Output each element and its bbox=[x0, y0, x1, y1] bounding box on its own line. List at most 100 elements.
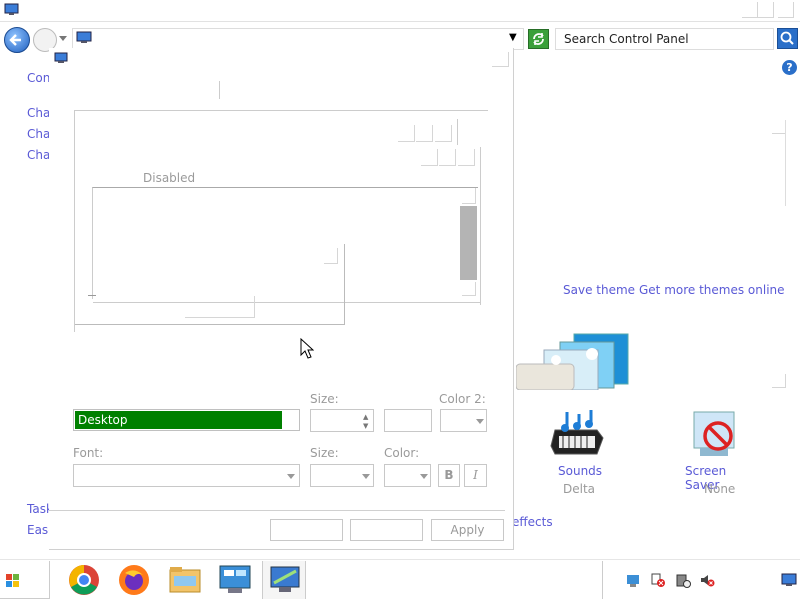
help-glyph: ? bbox=[786, 61, 793, 74]
preview-max-button bbox=[416, 125, 433, 142]
windows-logo-icon bbox=[6, 574, 19, 587]
address-icon bbox=[76, 31, 92, 45]
preview-close-button-2 bbox=[458, 149, 475, 166]
spinner-down-icon[interactable]: ▼ bbox=[363, 422, 368, 430]
spinner-up-icon[interactable]: ▲ bbox=[363, 413, 368, 421]
preview-close-button bbox=[435, 125, 452, 142]
apply-label: Apply bbox=[450, 523, 485, 537]
italic-glyph: I bbox=[473, 468, 478, 482]
item-size-spinner[interactable]: ▲ ▼ bbox=[310, 409, 374, 432]
preview-min-button-2 bbox=[421, 149, 438, 166]
effects-link[interactable]: effects bbox=[512, 515, 553, 529]
tab-divider bbox=[219, 81, 220, 99]
appearance-dialog: Disabled Desktop Size: ▲ ▼ Color 2: Font… bbox=[49, 48, 514, 550]
sounds-item[interactable]: Sounds Delta bbox=[545, 408, 607, 498]
font-color-label: Color: bbox=[384, 446, 420, 460]
theme-preview-image[interactable] bbox=[515, 330, 636, 391]
msg-box-line bbox=[344, 244, 345, 324]
more-themes-link[interactable]: Get more themes online bbox=[639, 283, 785, 297]
taskbar bbox=[0, 559, 800, 600]
preview-max-button-2 bbox=[439, 149, 456, 166]
preview-min-button bbox=[398, 125, 415, 142]
search-icon bbox=[780, 31, 794, 45]
font-size-dropdown-icon bbox=[362, 474, 370, 479]
address-dropdown[interactable]: ▼ bbox=[509, 32, 517, 43]
search-input[interactable]: Search Control Panel bbox=[555, 28, 774, 50]
tray-power-icon[interactable] bbox=[675, 572, 691, 588]
control-panel-taskbar-icon[interactable] bbox=[218, 564, 252, 596]
ok-button[interactable] bbox=[270, 519, 343, 541]
item-selected-text: Desktop bbox=[78, 413, 128, 427]
personalization-taskbar-button[interactable] bbox=[262, 561, 306, 599]
show-desktop-icon[interactable] bbox=[781, 573, 797, 587]
font-select[interactable] bbox=[73, 464, 300, 487]
scroll-corner-2 bbox=[772, 374, 786, 388]
help-icon[interactable]: ? bbox=[782, 60, 797, 75]
inner-preview-window bbox=[75, 187, 478, 325]
back-arrow-icon bbox=[9, 34, 21, 46]
screen-saver-icon bbox=[693, 411, 735, 456]
tray-network-icon[interactable] bbox=[625, 572, 641, 588]
sounds-sub: Delta bbox=[563, 482, 596, 496]
apply-button[interactable]: Apply bbox=[431, 519, 504, 541]
inner-scroll-down bbox=[462, 282, 476, 296]
search-button[interactable] bbox=[777, 28, 798, 49]
scrollbar-thumb bbox=[460, 206, 477, 280]
app-icon bbox=[4, 3, 19, 16]
color2-label: Color 2: bbox=[439, 392, 486, 406]
scroll-corner-1 bbox=[772, 120, 786, 134]
screen-saver-sub: None bbox=[704, 482, 736, 496]
bold-button[interactable]: B bbox=[438, 464, 460, 487]
screen-saver-item[interactable]: Screen Saver None bbox=[682, 408, 762, 498]
item-selected-value: Desktop bbox=[75, 411, 282, 429]
italic-button[interactable]: I bbox=[464, 464, 487, 487]
chrome-icon[interactable] bbox=[67, 563, 101, 597]
cancel-button[interactable] bbox=[350, 519, 423, 541]
inner-corner-mark bbox=[88, 295, 96, 296]
msg-box-button bbox=[185, 296, 255, 318]
close-button[interactable] bbox=[778, 2, 794, 18]
minimize-button[interactable] bbox=[742, 2, 758, 18]
font-color-button[interactable] bbox=[384, 464, 431, 487]
msg-box-bottom bbox=[75, 324, 345, 325]
address-bar[interactable]: ▼ bbox=[72, 28, 524, 50]
preview-line-b bbox=[480, 147, 481, 305]
mouse-cursor-icon bbox=[300, 337, 315, 363]
personalization-icon bbox=[270, 566, 300, 592]
start-button[interactable] bbox=[0, 561, 50, 599]
file-explorer-icon[interactable] bbox=[168, 564, 202, 596]
maximize-button[interactable] bbox=[758, 2, 774, 18]
dialog-close-button[interactable] bbox=[492, 52, 509, 67]
system-tray bbox=[602, 561, 800, 599]
sounds-icon bbox=[550, 410, 604, 455]
preview-pane: Disabled bbox=[74, 110, 488, 332]
firefox-icon[interactable] bbox=[117, 563, 151, 597]
disabled-preview-label: Disabled bbox=[143, 171, 196, 185]
tray-volume-muted-icon[interactable] bbox=[699, 572, 715, 588]
refresh-button[interactable] bbox=[528, 29, 549, 49]
tray-security-icon[interactable] bbox=[650, 572, 666, 588]
color2-dropdown-icon bbox=[476, 419, 484, 424]
preview-line-a bbox=[457, 119, 458, 145]
color1-button[interactable] bbox=[384, 409, 432, 432]
color2-button[interactable] bbox=[440, 409, 487, 432]
bold-glyph: B bbox=[444, 468, 454, 482]
refresh-icon bbox=[533, 33, 544, 45]
inner-scroll-up bbox=[462, 188, 476, 204]
item-select[interactable]: Desktop bbox=[73, 409, 300, 431]
history-dropdown-icon[interactable] bbox=[59, 36, 67, 41]
font-size-select[interactable] bbox=[310, 464, 374, 487]
sounds-label[interactable]: Sounds bbox=[558, 464, 602, 478]
size-label: Size: bbox=[310, 392, 339, 406]
font-color-dropdown-icon bbox=[420, 474, 428, 479]
back-button[interactable] bbox=[4, 27, 30, 53]
preview-line-c bbox=[93, 302, 481, 303]
vertical-divider bbox=[785, 120, 786, 206]
button-row-divider bbox=[49, 510, 505, 511]
font-label: Font: bbox=[73, 446, 104, 460]
title-divider bbox=[0, 21, 800, 22]
save-theme-link[interactable]: Save theme bbox=[563, 283, 635, 297]
msg-box-corner bbox=[324, 248, 338, 264]
font-size-label: Size: bbox=[310, 446, 339, 460]
font-dropdown-icon bbox=[287, 474, 295, 479]
